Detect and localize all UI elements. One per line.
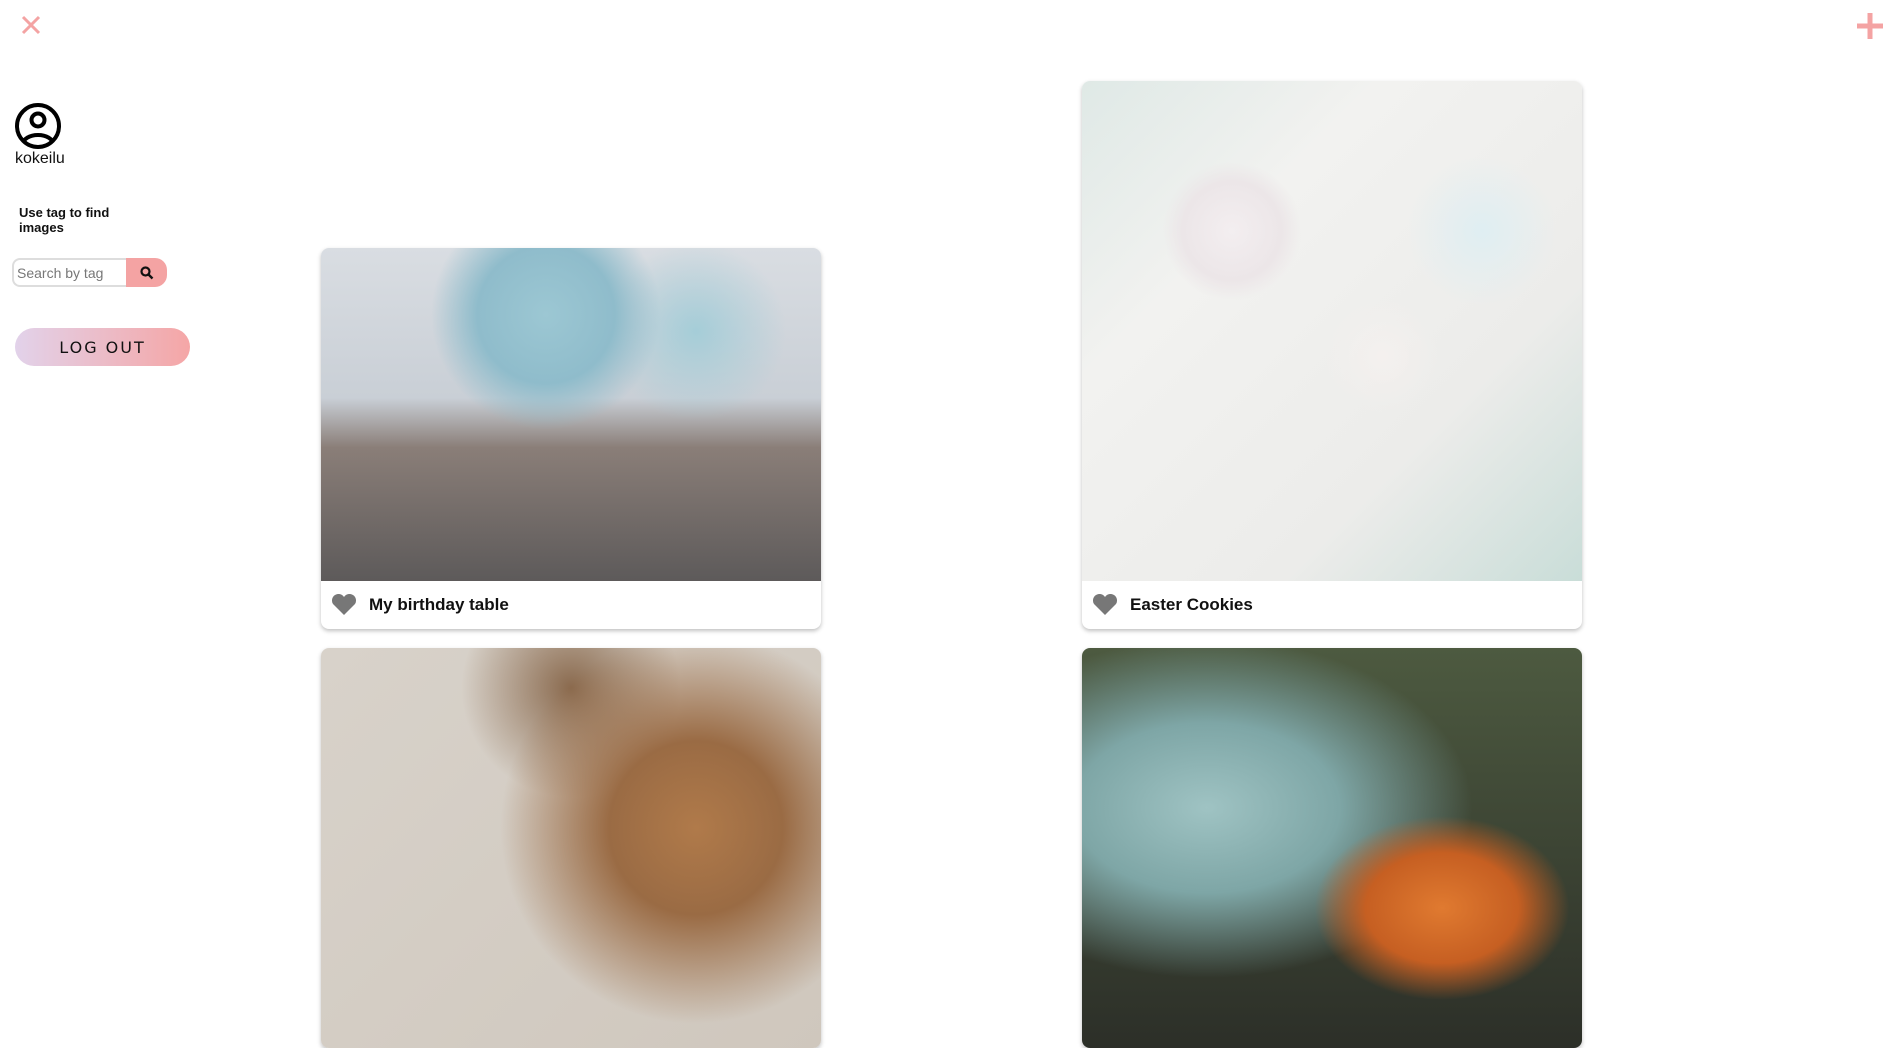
heart-icon[interactable] — [1092, 594, 1118, 616]
spices-cookies-image — [321, 648, 821, 1048]
image-title: My birthday table — [369, 595, 509, 614]
user-avatar-icon — [15, 103, 61, 149]
logout-button[interactable]: LOG OUT — [15, 328, 190, 366]
image-card[interactable] — [1082, 648, 1582, 1048]
halloween-pumpkin-image — [1082, 648, 1582, 1048]
search-button[interactable] — [126, 258, 167, 287]
image-title: Easter Cookies — [1130, 595, 1253, 614]
close-icon[interactable] — [18, 12, 44, 38]
search-icon — [139, 265, 153, 279]
easter-cookies-image — [1082, 81, 1582, 581]
image-card[interactable]: Easter Cookies — [1082, 81, 1582, 629]
birthday-table-image — [321, 248, 821, 581]
search-input[interactable] — [12, 258, 126, 287]
search-hint: Use tag to find images — [19, 205, 110, 235]
image-card[interactable]: My birthday table — [321, 248, 821, 629]
heart-icon[interactable] — [331, 594, 357, 616]
username: kokeilu — [15, 150, 65, 167]
tag-search — [12, 258, 167, 287]
plus-icon[interactable] — [1854, 10, 1886, 42]
image-card[interactable] — [321, 648, 821, 1048]
